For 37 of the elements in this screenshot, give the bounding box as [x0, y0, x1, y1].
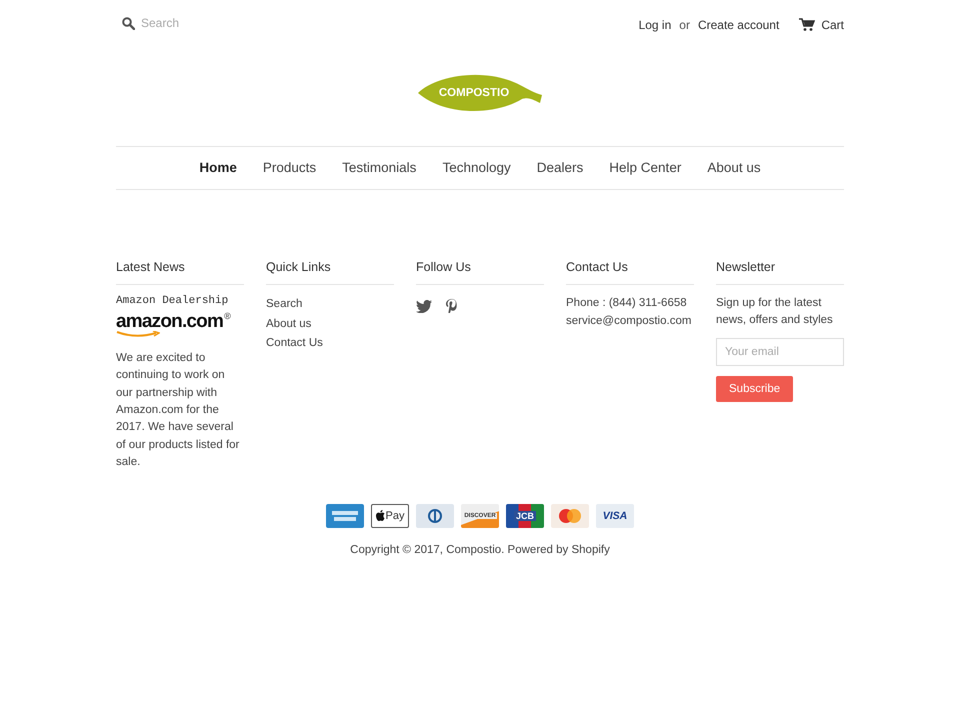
footer-link[interactable]: About us [266, 314, 394, 334]
search-icon [122, 16, 135, 30]
news-text: We are excited to continuing to work on our partnership with Amazon.com for the 2017. We have several of our products listed for sale. [116, 350, 240, 470]
payment-card-icon: JCB [506, 504, 544, 528]
nav-link[interactable]: Dealers [536, 160, 584, 175]
contact-text: Phone : (844) 311-6658 [566, 296, 688, 311]
separator-text: or [679, 18, 690, 32]
column-heading: Contact Us [566, 260, 694, 285]
cart-icon [799, 18, 816, 31]
contact-text: service@compostio.com [566, 314, 692, 328]
footer-link[interactable]: Search [266, 295, 394, 314]
post-title: Amazon Dealership [116, 295, 230, 307]
nav-link[interactable]: Help Center [609, 160, 682, 175]
column-heading: Latest News [116, 260, 244, 285]
column-heading: Quick Links [266, 260, 394, 285]
payment-card-icon: Pay [371, 504, 409, 528]
account-link[interactable]: Create account [698, 18, 780, 32]
nav-link[interactable]: Home [199, 160, 237, 175]
pin-icon[interactable] [446, 299, 457, 313]
nav-link[interactable]: Technology [442, 160, 511, 175]
copyright-text: Copyright © 2017, Compostio. Powered by Shopify [349, 544, 611, 556]
payment-card-icon [551, 504, 589, 528]
payment-card-icon: VISA [596, 504, 634, 528]
column-heading: Newsletter [716, 260, 844, 285]
account-link[interactable]: Log in [638, 18, 672, 32]
nav-link[interactable]: Products [262, 160, 316, 175]
column-heading: Follow Us [416, 260, 544, 285]
email-field[interactable]: Your email [716, 338, 844, 366]
footer-link[interactable]: Contact Us [266, 334, 394, 354]
nav-link[interactable]: Testimonials [342, 160, 416, 175]
payment-card-icon [326, 504, 364, 528]
payment-card-icon [416, 504, 454, 528]
nav-link[interactable]: About us [707, 160, 761, 175]
amazon-logo: amazon.com® [116, 311, 231, 338]
bird-icon[interactable] [416, 300, 432, 312]
cart-link[interactable]: Cart [799, 18, 844, 32]
newsletter-text: Sign up for the latest news, offers and styles [716, 296, 834, 328]
